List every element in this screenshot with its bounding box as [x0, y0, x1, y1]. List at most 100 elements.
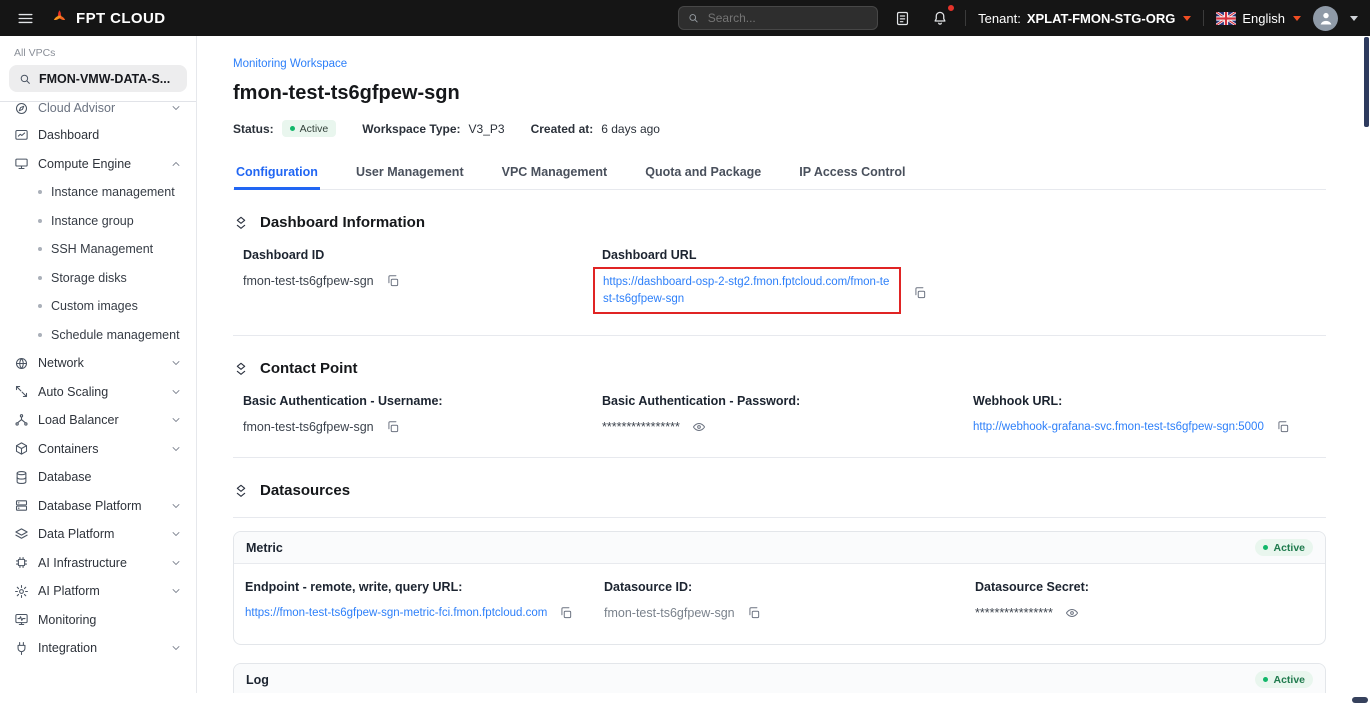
user-menu-chevron-icon[interactable] [1350, 16, 1358, 21]
global-search[interactable] [678, 6, 878, 30]
datasource-id-label: Datasource ID: [604, 580, 975, 594]
section-icon [233, 361, 249, 377]
sidebar-item-monitoring[interactable]: Monitoring [9, 606, 187, 635]
ai-platform-icon [14, 584, 29, 599]
topbar-right: Tenant: XPLAT-FMON-STG-ORG English [678, 5, 1358, 31]
datasource-secret-masked-value: **************** [975, 606, 1053, 620]
status-value: Active [1273, 674, 1305, 686]
sidebar-subitem-custom-images[interactable]: Custom images [9, 292, 187, 321]
sidebar-item-database-platform[interactable]: Database Platform [9, 492, 187, 521]
webhook-url-link[interactable]: http://webhook-grafana-svc.fmon-test-ts6… [973, 421, 1264, 433]
sidebar-item-integration[interactable]: Integration [9, 634, 187, 663]
chevron-down-icon [170, 557, 182, 569]
contact-point-body: Basic Authentication - Username: fmon-te… [243, 394, 1326, 436]
card-header: Metric Active [234, 532, 1325, 564]
workspace-type-value: V3_P3 [469, 122, 505, 136]
toggle-secret-visibility-button[interactable] [1063, 604, 1081, 622]
status-badge: Active [1255, 539, 1313, 556]
sidebar-item-label: AI Infrastructure [38, 556, 127, 570]
section-datasources: Datasources [233, 482, 1326, 499]
tab-ip-access-control[interactable]: IP Access Control [797, 157, 907, 189]
copy-webhook-url-button[interactable] [1274, 418, 1292, 436]
tab-configuration[interactable]: Configuration [234, 157, 320, 190]
horizontal-scrollbar-track [0, 693, 1370, 706]
bullet-icon [38, 219, 42, 223]
search-icon [18, 72, 32, 86]
copy-dashboard-url-button[interactable] [911, 284, 929, 302]
hamburger-menu-button[interactable] [12, 5, 39, 32]
sidebar-item-label: AI Platform [38, 584, 100, 598]
copy-icon [386, 420, 400, 434]
sidebar-item-load-balancer[interactable]: Load Balancer [9, 406, 187, 435]
breadcrumb[interactable]: Monitoring Workspace [233, 58, 347, 70]
endpoint-link[interactable]: https://fmon-test-ts6gfpew-sgn-metric-fc… [245, 607, 547, 619]
tab-quota-and-package[interactable]: Quota and Package [643, 157, 763, 189]
sidebar-item-label: Compute Engine [38, 157, 131, 171]
database-platform-icon [14, 498, 29, 513]
sidebar-item-auto-scaling[interactable]: Auto Scaling [9, 378, 187, 407]
section-dashboard-information: Dashboard Information [233, 214, 1326, 231]
divider [965, 10, 966, 26]
dashboard-id-value: fmon-test-ts6gfpew-sgn [243, 274, 374, 288]
section-title: Contact Point [260, 360, 358, 377]
notifications-button[interactable] [927, 5, 953, 31]
sidebar-subitem-storage-disks[interactable]: Storage disks [9, 264, 187, 293]
datasource-secret-label: Datasource Secret: [975, 580, 1314, 594]
load-balancer-icon [14, 413, 29, 428]
sidebar-item-containers[interactable]: Containers [9, 435, 187, 464]
workspace-meta: Status: Active Workspace Type: V3_P3 Cre… [233, 120, 1326, 137]
webhook-url-label: Webhook URL: [973, 394, 1326, 408]
sidebar-item-compute-engine[interactable]: Compute Engine [9, 150, 187, 179]
sidebar-subitem-label: Instance management [51, 185, 175, 199]
sidebar-item-ai-infrastructure[interactable]: AI Infrastructure [9, 549, 187, 578]
copy-datasource-id-button[interactable] [745, 604, 763, 622]
sidebar-item-label: Database Platform [38, 499, 142, 513]
sidebar-item-cloud-advisor[interactable]: Cloud Advisor [9, 102, 187, 121]
search-icon [687, 11, 700, 25]
dashboard-url-link[interactable]: https://dashboard-osp-2-stg2.fmon.fptclo… [603, 274, 891, 307]
brand-logo[interactable]: FPT CLOUD [49, 8, 165, 29]
password-masked-value: **************** [602, 420, 680, 434]
integration-icon [14, 641, 29, 656]
sidebar-subitem-ssh-management[interactable]: SSH Management [9, 235, 187, 264]
tab-user-management[interactable]: User Management [354, 157, 466, 189]
horizontal-scrollbar[interactable] [1352, 697, 1368, 703]
sidebar-subitem-label: Instance group [51, 214, 134, 228]
sidebar-subitem-instance-management[interactable]: Instance management [9, 178, 187, 207]
username-label: Basic Authentication - Username: [243, 394, 602, 408]
annotation-highlight: https://dashboard-osp-2-stg2.fmon.fptclo… [593, 267, 901, 314]
sidebar-item-data-platform[interactable]: Data Platform [9, 520, 187, 549]
language-selector[interactable]: English [1216, 11, 1301, 26]
changelog-button[interactable] [890, 6, 915, 31]
sidebar-subitem-instance-group[interactable]: Instance group [9, 207, 187, 236]
sidebar-subitem-schedule-management[interactable]: Schedule management [9, 321, 187, 350]
dashboard-information-body: Dashboard ID fmon-test-ts6gfpew-sgn Dash… [243, 248, 1326, 314]
copy-icon [559, 606, 573, 620]
toggle-password-visibility-button[interactable] [690, 418, 708, 436]
sidebar-item-label: Auto Scaling [38, 385, 108, 399]
ai-infrastructure-icon [14, 555, 29, 570]
datasource-secret-field: Datasource Secret: **************** [975, 580, 1314, 622]
copy-username-button[interactable] [384, 418, 402, 436]
vpc-selector-value: FMON-VMW-DATA-S... [39, 72, 170, 86]
chevron-down-icon [1293, 16, 1301, 21]
global-search-input[interactable] [706, 10, 869, 26]
eye-icon [692, 420, 706, 434]
user-avatar[interactable] [1313, 6, 1338, 31]
bullet-icon [38, 333, 42, 337]
card-header: Log Active [234, 664, 1325, 693]
data-platform-icon [14, 527, 29, 542]
sidebar-item-database[interactable]: Database [9, 463, 187, 492]
bullet-icon [38, 190, 42, 194]
sidebar-item-network[interactable]: Network [9, 349, 187, 378]
auto-scaling-icon [14, 384, 29, 399]
sidebar-item-ai-platform[interactable]: AI Platform [9, 577, 187, 606]
tab-vpc-management[interactable]: VPC Management [500, 157, 610, 189]
sidebar-item-dashboard[interactable]: Dashboard [9, 121, 187, 150]
copy-endpoint-button[interactable] [557, 604, 575, 622]
copy-dashboard-id-button[interactable] [384, 272, 402, 290]
containers-icon [14, 441, 29, 456]
vpc-selector[interactable]: FMON-VMW-DATA-S... [9, 65, 187, 92]
vertical-scrollbar[interactable] [1364, 37, 1369, 127]
tenant-selector[interactable]: Tenant: XPLAT-FMON-STG-ORG [978, 11, 1191, 26]
